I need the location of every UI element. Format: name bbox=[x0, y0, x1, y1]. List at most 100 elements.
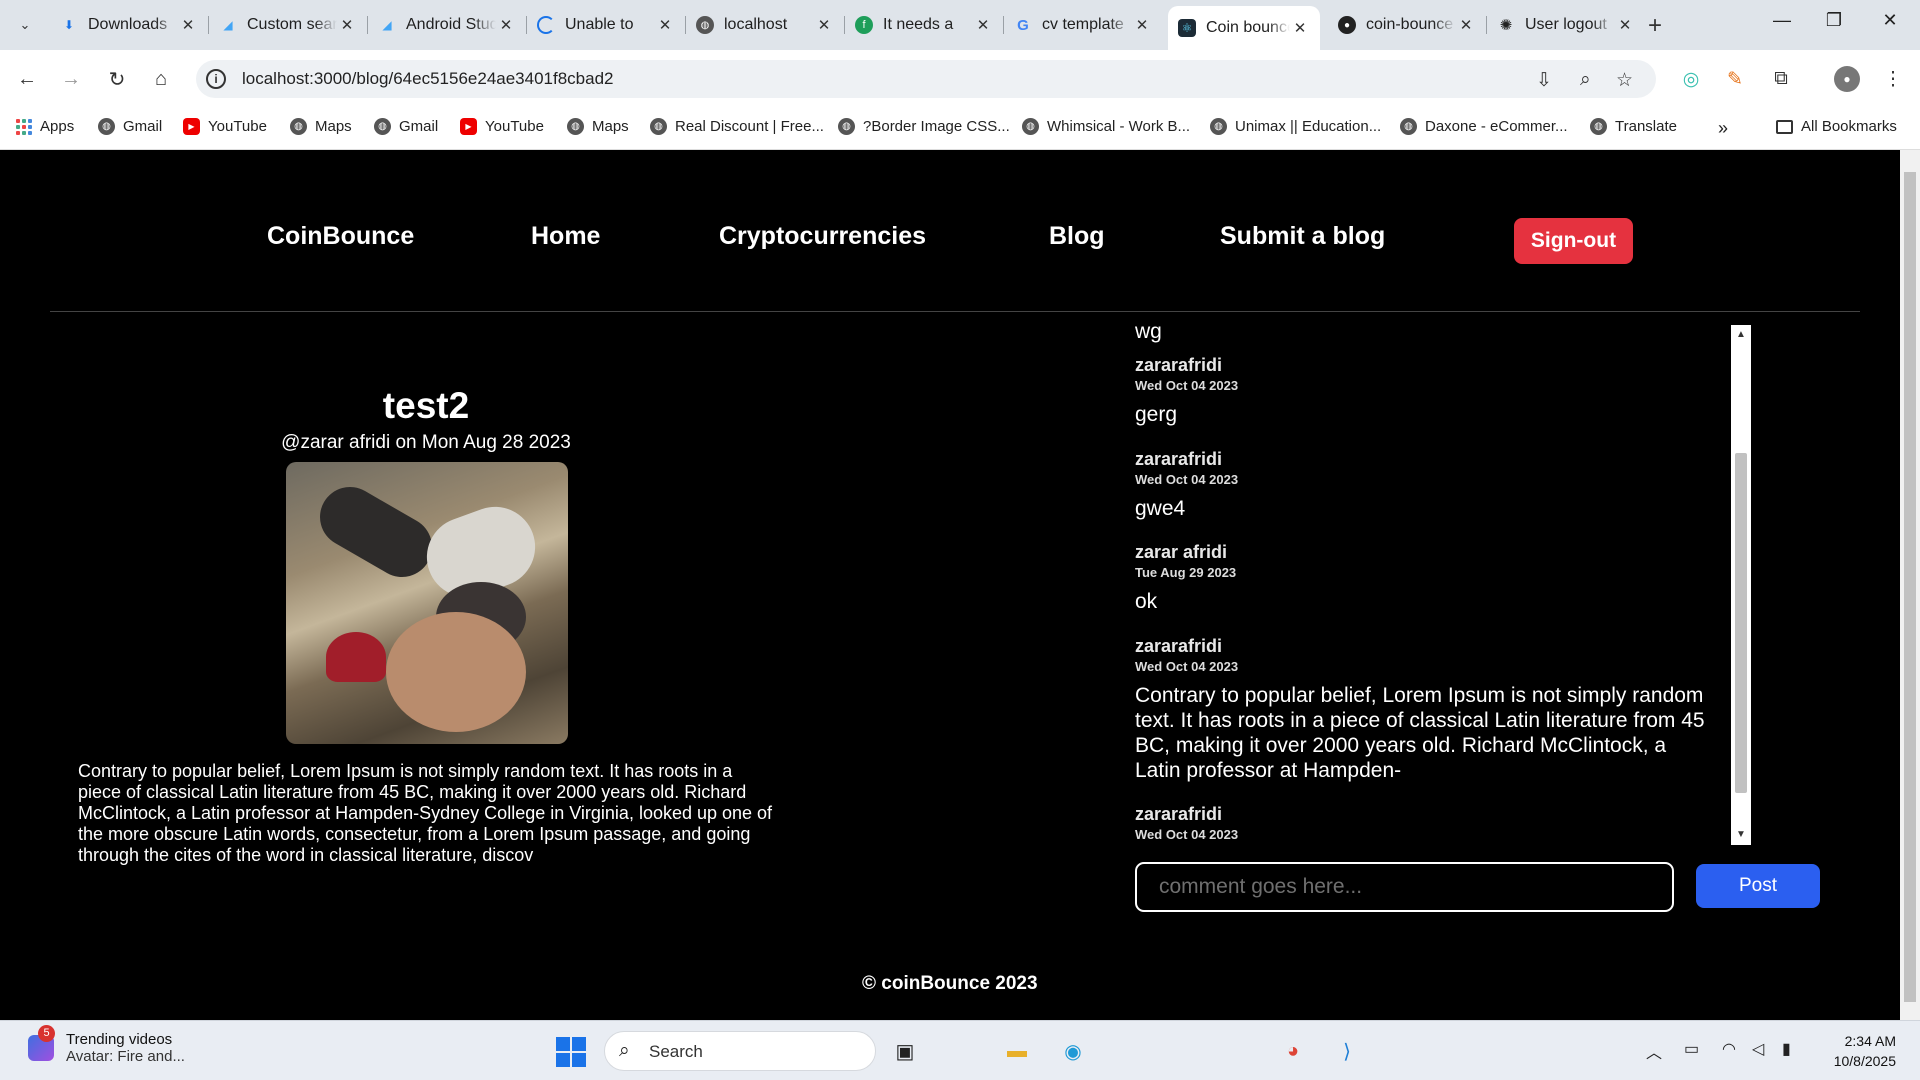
close-icon[interactable]: ✕ bbox=[1456, 16, 1476, 34]
minimize-icon[interactable]: — bbox=[1762, 10, 1802, 31]
taskbar-search[interactable]: ⌕ Search bbox=[604, 1031, 876, 1071]
wifi-icon[interactable]: ◠ bbox=[1722, 1039, 1736, 1059]
page-scrollbar-thumb[interactable] bbox=[1904, 172, 1916, 1002]
bookmark-youtube[interactable]: ▶ YouTube bbox=[183, 118, 267, 135]
flutter-icon: ◢ bbox=[223, 18, 233, 32]
globe-icon: ◍ bbox=[696, 16, 714, 34]
bookmark-whimsical[interactable]: ◍ Whimsical - Work B... bbox=[1022, 118, 1190, 135]
tab-coin-bounce-github[interactable]: ● coin-bounce ✕ bbox=[1328, 8, 1487, 42]
back-arrow-icon[interactable]: ← bbox=[12, 64, 42, 94]
tab-it-needs[interactable]: f It needs a ✕ bbox=[845, 8, 1004, 42]
close-icon[interactable]: ✕ bbox=[1290, 19, 1310, 37]
close-icon[interactable]: ✕ bbox=[1615, 16, 1635, 34]
close-icon[interactable]: ✕ bbox=[973, 16, 993, 34]
file-explorer-icon[interactable]: ▬ bbox=[1000, 1034, 1034, 1068]
widgets-button[interactable]: 5 Trending videos Avatar: Fire and... bbox=[28, 1025, 185, 1065]
bookmark-translate[interactable]: ◍ Translate bbox=[1590, 118, 1677, 135]
restore-icon[interactable]: ❐ bbox=[1814, 10, 1854, 31]
sign-out-button[interactable]: Sign-out bbox=[1514, 218, 1633, 264]
close-icon[interactable]: ✕ bbox=[337, 16, 357, 34]
bookmark-star-icon[interactable]: ☆ bbox=[1616, 69, 1633, 92]
install-app-icon[interactable]: ⇩ bbox=[1536, 69, 1552, 92]
scroll-down-arrow-icon[interactable]: ▼ bbox=[1736, 829, 1746, 840]
chrome-icon[interactable]: ◕ bbox=[1276, 1034, 1310, 1068]
bookmark-real-discount[interactable]: ◍ Real Discount | Free... bbox=[650, 118, 824, 135]
tab-search-chevron-icon[interactable]: ⌄ bbox=[10, 10, 40, 40]
battery-icon[interactable]: ▮ bbox=[1782, 1039, 1791, 1059]
edge-icon[interactable]: ◉ bbox=[1056, 1034, 1090, 1068]
profile-avatar-icon[interactable]: ● bbox=[1834, 66, 1860, 92]
tab-custom-search[interactable]: ◢ Custom search ✕ bbox=[209, 8, 368, 42]
bookmark-youtube[interactable]: ▶ YouTube bbox=[460, 118, 544, 135]
comments-list[interactable]: wg zararafridi Wed Oct 04 2023 gerg zara… bbox=[1120, 325, 1752, 845]
reload-icon[interactable]: ↻ bbox=[102, 64, 132, 94]
extensions-puzzle-icon[interactable]: ⧉ bbox=[1768, 66, 1794, 92]
globe-icon: ◍ bbox=[290, 118, 307, 135]
bookmark-gmail[interactable]: ◍ Gmail bbox=[98, 118, 162, 135]
tab-localhost[interactable]: ◍ localhost ✕ bbox=[686, 8, 845, 42]
bookmarks-overflow-chevron-icon[interactable]: » bbox=[1718, 118, 1728, 139]
bookmark-border-image[interactable]: ◍ ?Border Image CSS... bbox=[838, 118, 1010, 135]
page-scrollbar[interactable] bbox=[1900, 150, 1920, 1020]
bookmark-label: Whimsical - Work B... bbox=[1047, 118, 1191, 135]
close-icon[interactable]: ✕ bbox=[496, 16, 516, 34]
nav-submit-blog-link[interactable]: Submit a blog bbox=[1220, 222, 1385, 251]
tab-cv-template[interactable]: G cv template ✕ bbox=[1004, 8, 1162, 42]
menu-dots-icon[interactable]: ⋮ bbox=[1880, 66, 1906, 92]
apps-grid-icon bbox=[16, 118, 32, 135]
volume-icon[interactable]: ◁ bbox=[1752, 1039, 1764, 1059]
close-icon[interactable]: ✕ bbox=[814, 16, 834, 34]
all-bookmarks[interactable]: All Bookmarks bbox=[1776, 118, 1897, 135]
bookmark-gmail[interactable]: ◍ Gmail bbox=[374, 118, 438, 135]
bookmark-label: Maps bbox=[315, 118, 352, 135]
tab-title: Custom search bbox=[247, 16, 337, 33]
tray-chevron-up-icon[interactable]: ︿ bbox=[1646, 1039, 1662, 1063]
close-icon[interactable]: ✕ bbox=[655, 16, 675, 34]
bookmark-daxone[interactable]: ◍ Daxone - eCommer... bbox=[1400, 118, 1568, 135]
extension-color-picker-icon[interactable]: ✎ bbox=[1722, 66, 1748, 92]
browser-toolbar: ← → ↻ ⌂ i localhost:3000/blog/64ec5156e2… bbox=[0, 50, 1920, 108]
home-icon[interactable]: ⌂ bbox=[146, 64, 176, 94]
comment-input[interactable] bbox=[1135, 862, 1674, 912]
nav-blog-link[interactable]: Blog bbox=[1049, 222, 1105, 251]
post-content: Contrary to popular belief, Lorem Ipsum … bbox=[78, 761, 773, 865]
extension-grammar-icon[interactable]: ◎ bbox=[1678, 66, 1704, 92]
site-info-icon[interactable]: i bbox=[206, 69, 226, 89]
tab-unable-to[interactable]: Unable to ✕ bbox=[527, 8, 686, 42]
zoom-icon[interactable]: ⌕ bbox=[1580, 69, 1591, 91]
forward-arrow-icon[interactable]: → bbox=[56, 64, 86, 94]
window-close-icon[interactable]: ✕ bbox=[1870, 10, 1910, 31]
youtube-icon: ▶ bbox=[460, 118, 477, 135]
address-bar[interactable]: i localhost:3000/blog/64ec5156e24ae3401f… bbox=[196, 60, 1656, 98]
comment-text: Contrary to popular belief, Lorem Ipsum … bbox=[1135, 684, 1705, 782]
tab-title: User logout bbox=[1525, 16, 1607, 33]
scroll-up-arrow-icon[interactable]: ▲ bbox=[1736, 329, 1746, 340]
tab-coin-bounce[interactable]: ⚛ Coin bounce ✕ bbox=[1168, 6, 1320, 50]
bookmark-maps[interactable]: ◍ Maps bbox=[567, 118, 629, 135]
tab-user-logout[interactable]: ✺ User logout ✕ bbox=[1487, 8, 1645, 42]
react-icon: ⚛ bbox=[1178, 19, 1196, 37]
close-icon[interactable]: ✕ bbox=[1132, 16, 1152, 34]
bookmark-maps[interactable]: ◍ Maps bbox=[290, 118, 352, 135]
task-view-icon[interactable]: ▣ bbox=[888, 1034, 922, 1068]
scrollbar-thumb[interactable] bbox=[1735, 453, 1747, 793]
tab-android-studio[interactable]: ◢ Android Studio ✕ bbox=[368, 8, 527, 42]
bookmark-unimax[interactable]: ◍ Unimax || Education... bbox=[1210, 118, 1381, 135]
nav-home-link[interactable]: Home bbox=[531, 222, 600, 251]
tab-title: cv template bbox=[1042, 16, 1124, 33]
search-icon: ⌕ bbox=[619, 1040, 630, 1061]
brand-logo-link[interactable]: CoinBounce bbox=[267, 222, 414, 251]
system-clock[interactable]: 2:34 AM 10/8/2025 bbox=[1826, 1031, 1896, 1071]
vscode-icon[interactable]: ⟩ bbox=[1330, 1034, 1364, 1068]
windows-start-icon[interactable] bbox=[556, 1037, 586, 1067]
language-icon[interactable]: ▭ bbox=[1684, 1039, 1699, 1059]
url-text[interactable]: localhost:3000/blog/64ec5156e24ae3401f8c… bbox=[242, 69, 614, 89]
nav-cryptocurrencies-link[interactable]: Cryptocurrencies bbox=[719, 222, 926, 251]
tab-downloads[interactable]: ⬇ Downloads ✕ bbox=[50, 8, 209, 42]
comments-scrollbar[interactable]: ▲ ▼ bbox=[1731, 325, 1751, 845]
post-comment-button[interactable]: Post bbox=[1696, 864, 1820, 908]
close-icon[interactable]: ✕ bbox=[178, 16, 198, 34]
bookmark-apps[interactable]: Apps bbox=[16, 118, 74, 135]
post-photo bbox=[286, 462, 568, 744]
new-tab-plus-icon[interactable]: + bbox=[1648, 12, 1662, 40]
